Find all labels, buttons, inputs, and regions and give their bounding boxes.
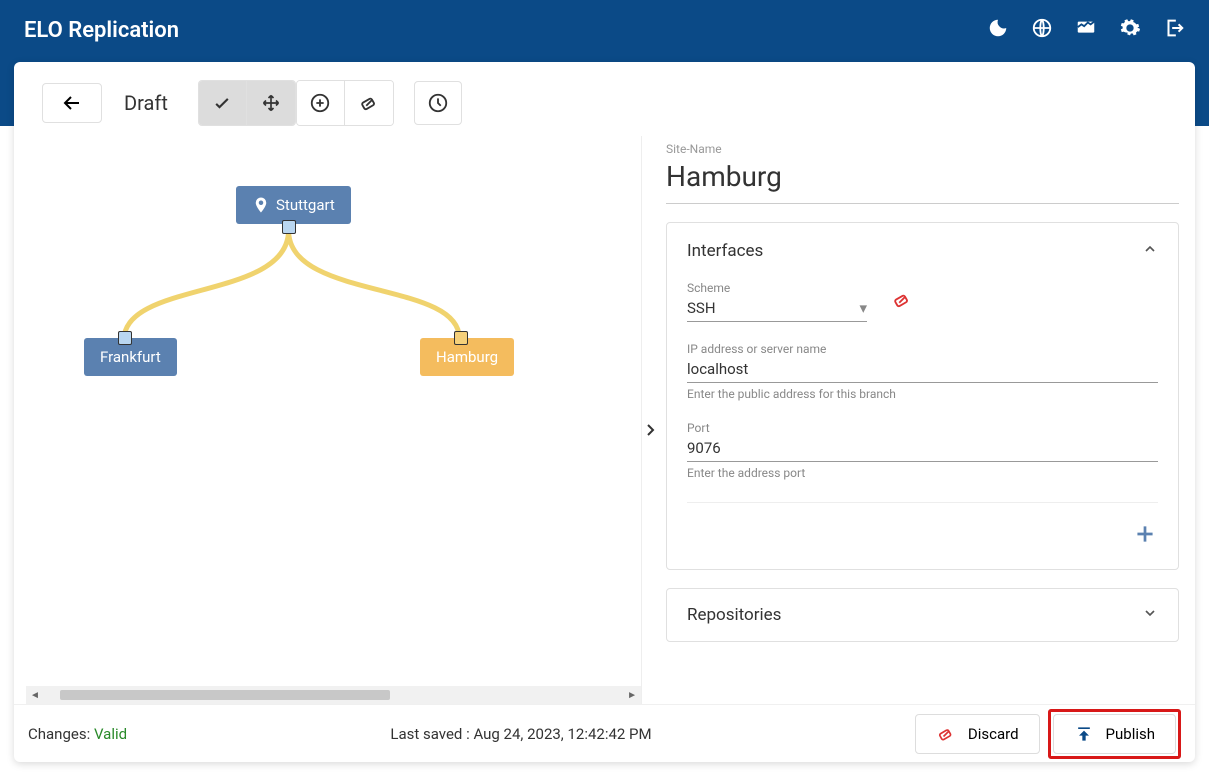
section-title: Repositories (687, 605, 781, 625)
header-actions (987, 17, 1185, 43)
scrollbar-thumb[interactable] (60, 690, 390, 700)
chevron-down-icon (1142, 605, 1158, 625)
chevron-up-icon (1142, 241, 1158, 261)
repositories-section: Repositories (666, 588, 1179, 642)
button-label: Publish (1106, 725, 1155, 743)
tool-group-secondary (296, 80, 394, 126)
repositories-header[interactable]: Repositories (687, 605, 1158, 625)
site-name-label: Site-Name (666, 142, 1179, 156)
field-label: IP address or server name (687, 342, 1158, 356)
chevron-down-icon: ▾ (859, 299, 867, 317)
saved-time: Aug 24, 2023, 12:42:42 PM (473, 725, 651, 743)
monitor-icon[interactable] (1075, 17, 1097, 43)
canvas[interactable]: Stuttgart Frankfurt Hamburg ◄ ► (14, 136, 642, 704)
field-label: Port (687, 421, 1158, 435)
tool-group-primary (198, 80, 296, 126)
node-port[interactable] (118, 331, 132, 345)
field-hint: Enter the public address for this branch (687, 387, 1158, 401)
history-button[interactable] (414, 81, 462, 125)
back-button[interactable] (42, 83, 102, 123)
button-label: Discard (968, 725, 1019, 743)
scheme-value: SSH (687, 299, 716, 317)
ip-value: localhost (687, 360, 748, 378)
gear-icon[interactable] (1119, 17, 1141, 43)
changes-status: Changes: Valid (28, 725, 127, 743)
node-port[interactable] (282, 220, 296, 234)
port-field[interactable]: Port 9076 Enter the address port (687, 421, 1158, 480)
discard-button[interactable]: Discard (915, 714, 1040, 754)
add-interface-button[interactable] (1132, 521, 1158, 551)
details-panel: Site-Name Hamburg Interfaces Scheme SSH … (642, 136, 1195, 704)
last-saved: Last saved : Aug 24, 2023, 12:42:42 PM (390, 725, 651, 743)
node-label: Stuttgart (276, 196, 335, 214)
horizontal-scrollbar[interactable]: ◄ ► (26, 686, 641, 704)
field-hint: Enter the address port (687, 466, 1158, 480)
move-tool-button[interactable] (247, 81, 295, 125)
moon-icon[interactable] (987, 17, 1009, 43)
ip-field[interactable]: IP address or server name localhost Ente… (687, 342, 1158, 401)
logout-icon[interactable] (1163, 17, 1185, 43)
add-tool-button[interactable] (297, 81, 345, 125)
toolbar: Draft (14, 62, 1195, 136)
main-card: Draft (14, 62, 1195, 762)
section-title: Interfaces (687, 241, 763, 261)
changes-status-value: Valid (94, 725, 127, 743)
node-port[interactable] (454, 331, 468, 345)
footer-bar: Changes: Valid Last saved : Aug 24, 2023… (14, 704, 1195, 762)
publish-button[interactable]: Publish (1053, 714, 1176, 754)
publish-highlight: Publish (1048, 709, 1181, 759)
content-area: Stuttgart Frankfurt Hamburg ◄ ► Site-Nam… (14, 136, 1195, 704)
erase-scheme-icon[interactable] (891, 289, 913, 315)
node-label: Frankfurt (100, 348, 161, 366)
field-label: Scheme (687, 281, 867, 295)
port-value: 9076 (687, 439, 721, 457)
globe-icon[interactable] (1031, 17, 1053, 43)
interfaces-section: Interfaces Scheme SSH ▾ (666, 222, 1179, 570)
node-stuttgart[interactable]: Stuttgart (236, 186, 351, 224)
panel-collapse-handle[interactable] (642, 416, 658, 444)
select-tool-button[interactable] (199, 81, 247, 125)
interfaces-header[interactable]: Interfaces (687, 241, 1158, 261)
site-name-value: Hamburg (666, 160, 1179, 204)
node-label: Hamburg (436, 348, 498, 366)
scheme-field[interactable]: Scheme SSH ▾ (687, 281, 867, 322)
mode-label: Draft (124, 91, 168, 115)
erase-tool-button[interactable] (345, 81, 393, 125)
app-title: ELO Replication (24, 18, 179, 43)
